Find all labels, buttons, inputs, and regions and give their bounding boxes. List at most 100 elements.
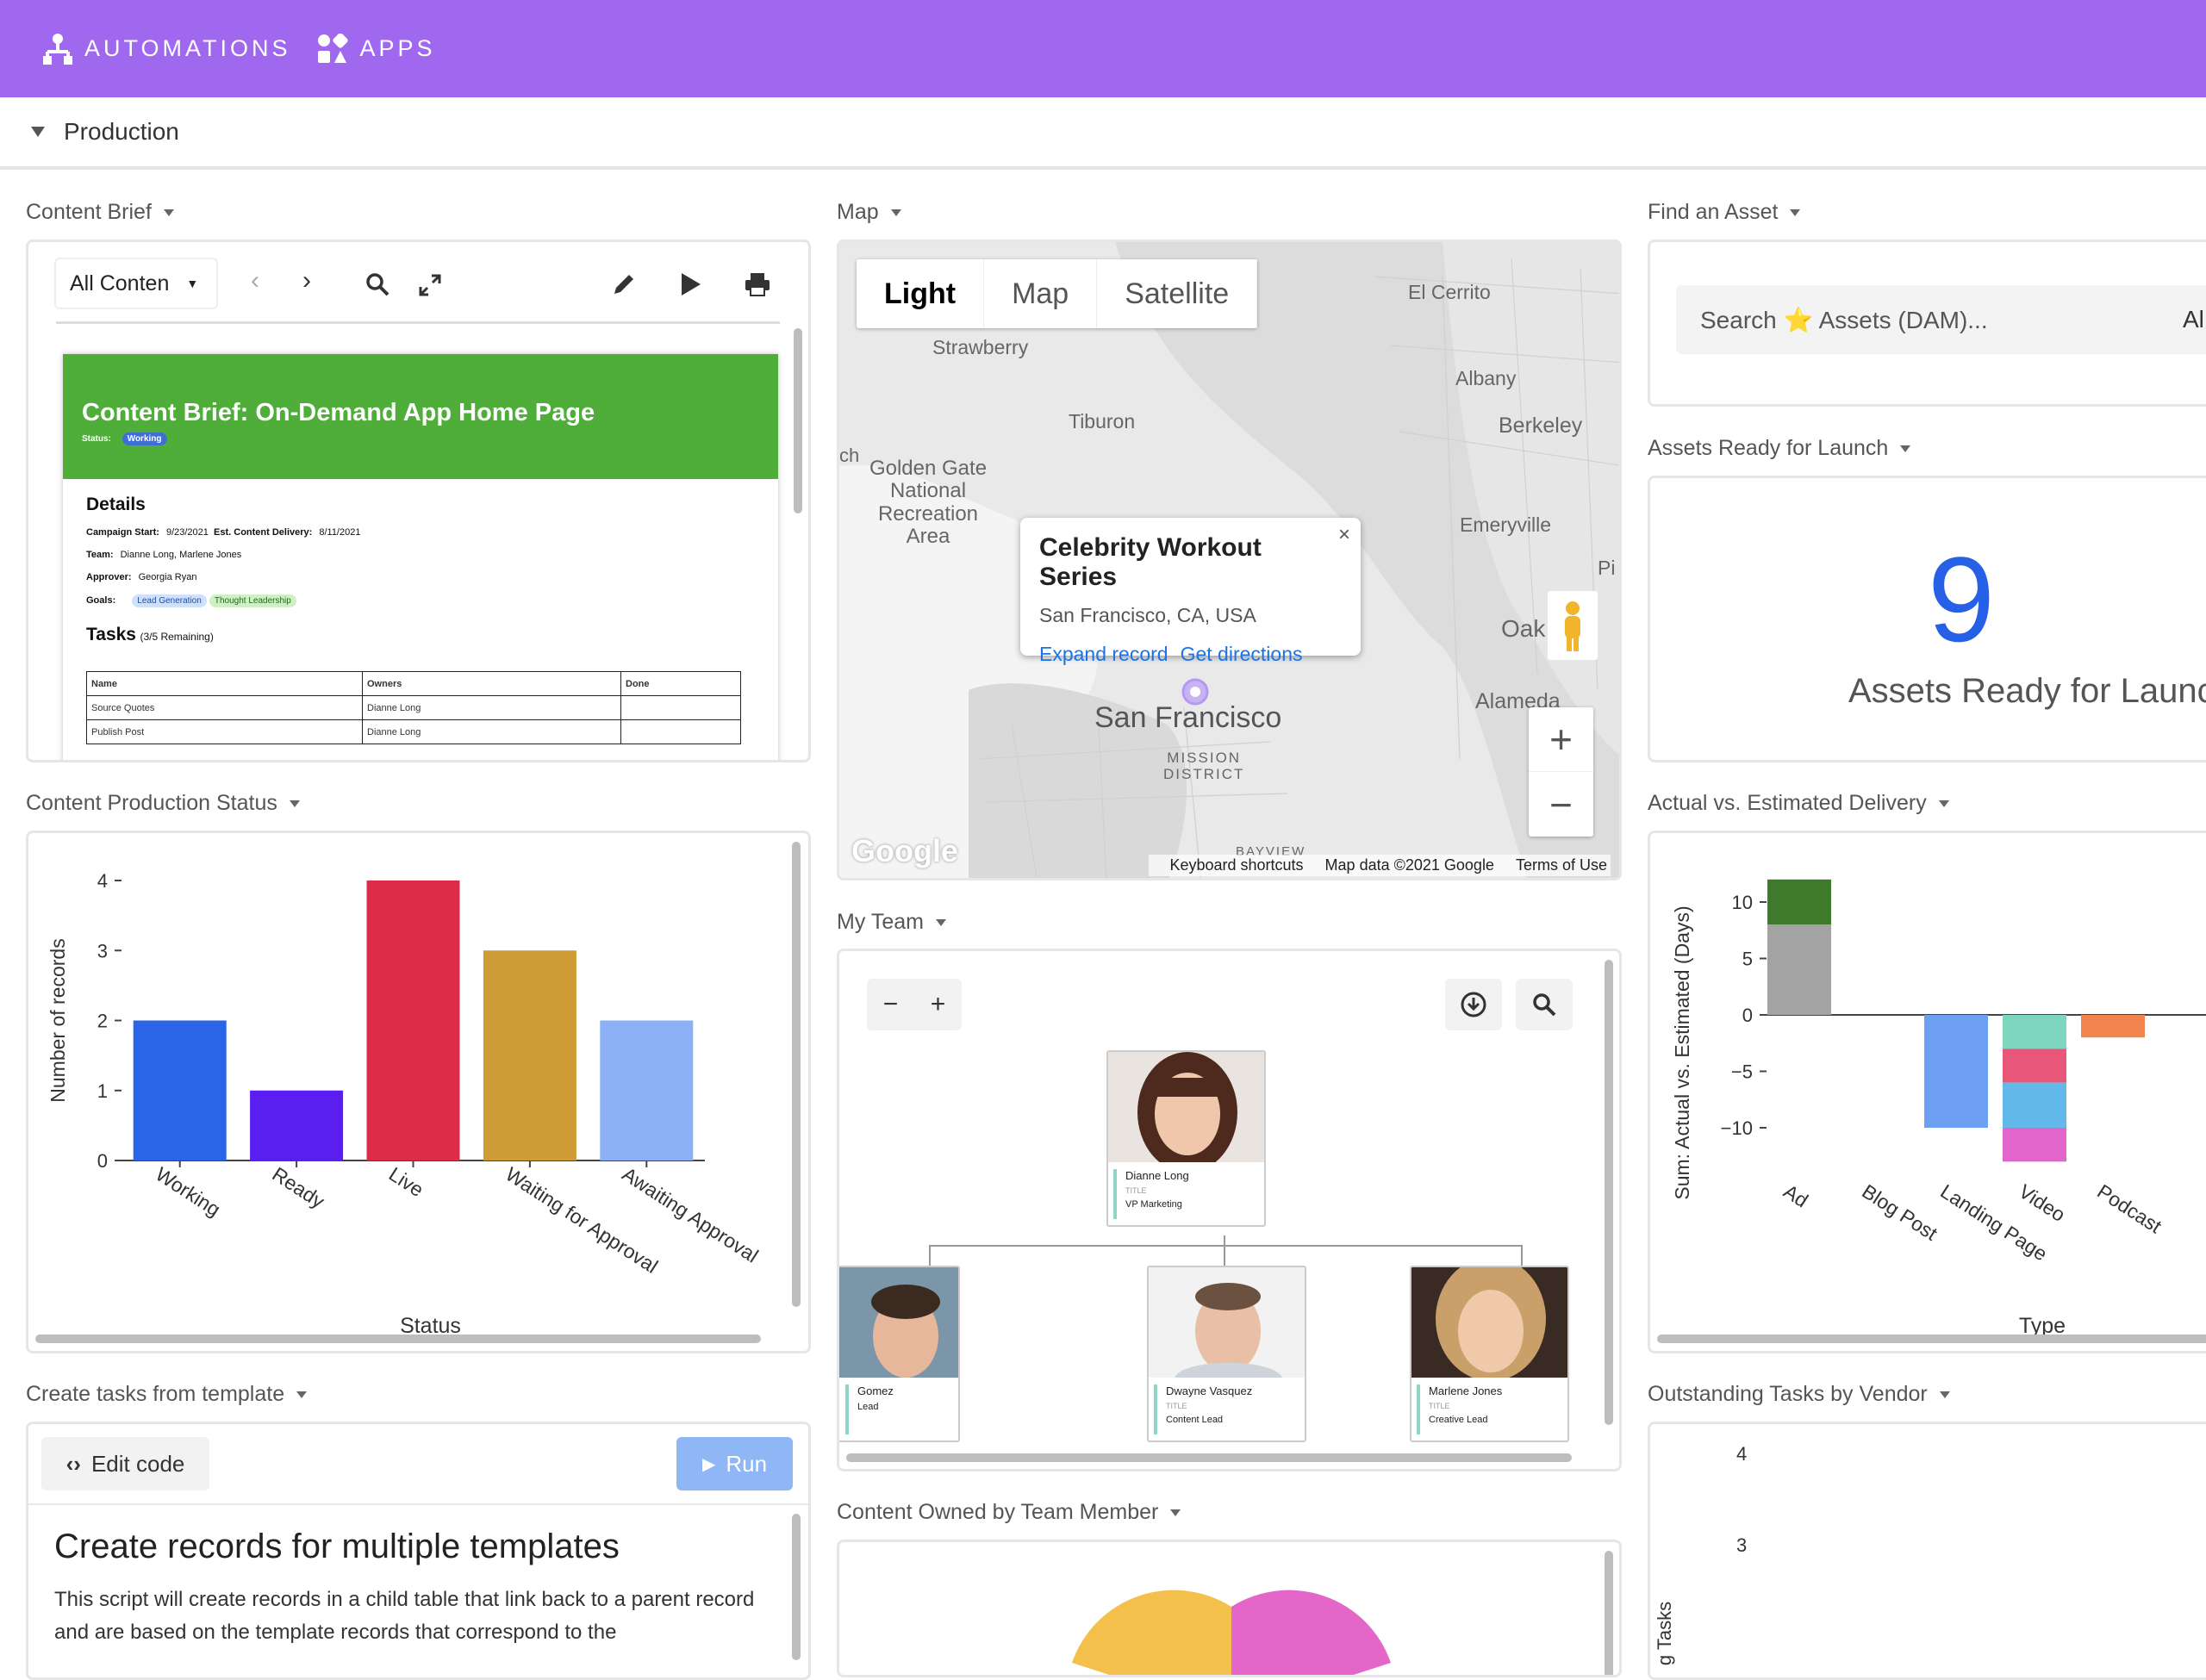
get-directions-link[interactable]: Get directions bbox=[1181, 643, 1303, 665]
x-tick-label: Blog Post bbox=[1858, 1179, 1941, 1245]
keyboard-shortcuts-link[interactable]: Keyboard shortcuts bbox=[1169, 856, 1303, 874]
automations-nav[interactable]: AUTOMATIONS bbox=[43, 33, 291, 65]
dropdown-caret-icon[interactable] bbox=[1790, 208, 1801, 216]
print-icon[interactable] bbox=[744, 271, 771, 297]
zoom-out-icon[interactable]: − bbox=[883, 990, 899, 1019]
bar-waiting-for-approval bbox=[483, 950, 576, 1160]
apps-label: APPS bbox=[359, 35, 436, 61]
team-member-card[interactable]: Dwayne Vasquez TITLE Content Lead bbox=[1147, 1266, 1306, 1442]
delivery-title-text: Actual vs. Estimated Delivery bbox=[1648, 791, 1927, 815]
map-type-satellite[interactable]: Satellite bbox=[1097, 259, 1258, 328]
content-brief-title[interactable]: Content Brief bbox=[26, 200, 174, 225]
expand-icon[interactable] bbox=[418, 273, 442, 297]
dropdown-caret-icon[interactable] bbox=[935, 918, 946, 926]
search-button[interactable] bbox=[1516, 979, 1573, 1030]
table-cell bbox=[620, 719, 741, 744]
terms-of-use-link[interactable]: Terms of Use bbox=[1516, 856, 1607, 874]
street-view-pegman-icon[interactable] bbox=[1548, 591, 1598, 660]
production-status-title[interactable]: Content Production Status bbox=[26, 791, 300, 816]
map-marker-icon[interactable] bbox=[1181, 677, 1210, 706]
find-asset-title[interactable]: Find an Asset bbox=[1648, 200, 1801, 225]
dropdown-caret-icon[interactable] bbox=[296, 1391, 308, 1398]
map-title[interactable]: Map bbox=[837, 200, 901, 225]
dropdown-caret-icon[interactable] bbox=[1938, 800, 1949, 807]
avatar bbox=[1149, 1267, 1305, 1378]
dropdown-caret-icon[interactable] bbox=[890, 208, 901, 216]
run-button[interactable]: ▶ Run bbox=[676, 1437, 793, 1490]
find-asset-title-text: Find an Asset bbox=[1648, 200, 1779, 224]
status-badge: Working bbox=[122, 432, 167, 445]
section-header[interactable]: Production bbox=[0, 97, 2206, 170]
dropdown-caret-icon[interactable] bbox=[1900, 445, 1911, 452]
content-owned-panel bbox=[837, 1540, 1622, 1677]
close-icon[interactable]: × bbox=[1338, 523, 1350, 547]
play-icon: ▶ bbox=[701, 1454, 716, 1474]
outstanding-title[interactable]: Outstanding Tasks by Vendor bbox=[1648, 1382, 1950, 1407]
edit-code-button[interactable]: ‹› Edit code bbox=[41, 1437, 209, 1490]
table-cell: Dianne Long bbox=[362, 719, 621, 744]
map-type-light[interactable]: Light bbox=[857, 259, 985, 328]
table-cell: Publish Post bbox=[86, 719, 363, 744]
create-tasks-title[interactable]: Create tasks from template bbox=[26, 1382, 308, 1407]
zoom-out-icon[interactable]: − bbox=[1529, 772, 1593, 837]
map-type-map[interactable]: Map bbox=[984, 259, 1098, 328]
team-member-card[interactable]: Marlene Jones TITLE Creative Lead bbox=[1410, 1266, 1569, 1442]
vertical-scrollbar[interactable] bbox=[794, 328, 802, 513]
vertical-scrollbar[interactable] bbox=[1605, 1551, 1613, 1675]
collapse-caret-icon[interactable] bbox=[31, 127, 45, 137]
map-title-text: Map bbox=[837, 200, 879, 224]
toolbar-divider bbox=[56, 321, 780, 324]
assets-ready-title[interactable]: Assets Ready for Launch bbox=[1648, 436, 1911, 461]
table-cell bbox=[620, 695, 741, 720]
map-panel[interactable]: Light Map Satellite El Cerrito Strawberr… bbox=[837, 240, 1622, 880]
bar-live bbox=[366, 880, 460, 1160]
est-delivery-value: 8/11/2021 bbox=[319, 527, 361, 538]
y-axis-label: Number of records bbox=[47, 938, 69, 1102]
top-bar: AUTOMATIONS APPS bbox=[0, 0, 2206, 97]
search-icon[interactable] bbox=[365, 271, 390, 297]
vertical-scrollbar[interactable] bbox=[792, 1514, 801, 1660]
bar-segment bbox=[1924, 1015, 1988, 1128]
vertical-scrollbar[interactable] bbox=[1605, 960, 1613, 1425]
apps-nav[interactable]: APPS bbox=[317, 33, 436, 65]
content-brief-document: Content Brief: On-Demand App Home Page S… bbox=[63, 354, 778, 760]
zoom-in-icon[interactable]: + bbox=[931, 990, 946, 1019]
next-icon[interactable]: › bbox=[302, 266, 311, 296]
create-tasks-panel: ‹› Edit code ▶ Run Create records for mult… bbox=[26, 1422, 811, 1680]
dropdown-caret-icon[interactable] bbox=[289, 800, 300, 807]
edit-icon[interactable] bbox=[611, 271, 637, 297]
member-role: Lead bbox=[857, 1402, 879, 1412]
popup-title: Celebrity Workout Series bbox=[1039, 533, 1262, 591]
play-icon[interactable] bbox=[680, 271, 702, 297]
view-select[interactable]: All Conten ▼ bbox=[54, 258, 218, 309]
map-type-control[interactable]: Light Map Satellite bbox=[857, 259, 1258, 328]
dropdown-caret-icon[interactable] bbox=[1939, 1391, 1950, 1398]
pie-slice bbox=[1072, 1590, 1231, 1675]
approver-row: Approver: Georgia Ryan bbox=[86, 572, 755, 582]
run-label: Run bbox=[726, 1450, 768, 1477]
expand-record-link[interactable]: Expand record bbox=[1039, 643, 1168, 665]
team-member-card[interactable]: Gomez Lead bbox=[839, 1266, 960, 1442]
dropdown-caret-icon[interactable] bbox=[1170, 1509, 1181, 1516]
horizontal-scrollbar[interactable] bbox=[1657, 1335, 2206, 1343]
content-owned-title[interactable]: Content Owned by Team Member bbox=[837, 1500, 1181, 1525]
download-button[interactable] bbox=[1445, 979, 1502, 1030]
popup-subtitle: San Francisco, CA, USA bbox=[1039, 604, 1256, 626]
vertical-scrollbar[interactable] bbox=[792, 842, 801, 1307]
horizontal-scrollbar[interactable] bbox=[846, 1453, 1572, 1462]
zoom-in-icon[interactable]: + bbox=[1529, 707, 1593, 772]
dropdown-caret-icon[interactable] bbox=[163, 208, 174, 216]
prev-icon[interactable]: ‹ bbox=[251, 266, 259, 296]
bar-working bbox=[133, 1020, 227, 1160]
team-member-card[interactable]: Dianne Long TITLE VP Marketing bbox=[1106, 1050, 1266, 1227]
horizontal-scrollbar[interactable] bbox=[35, 1335, 761, 1343]
my-team-title[interactable]: My Team bbox=[837, 910, 946, 935]
delivery-title[interactable]: Actual vs. Estimated Delivery bbox=[1648, 791, 1949, 816]
x-tick-label: Ready bbox=[268, 1162, 328, 1212]
brief-header: Content Brief: On-Demand App Home Page S… bbox=[63, 354, 778, 479]
member-name: Dwayne Vasquez bbox=[1166, 1384, 1253, 1397]
y-axis-label: Sum: Actual vs. Estimated (Days) bbox=[1671, 905, 1693, 1199]
bar-segment bbox=[2003, 1082, 2066, 1128]
asset-search-input[interactable]: Search ⭐ Assets (DAM)... Al bbox=[1676, 285, 2206, 354]
map-label: Pi bbox=[1598, 557, 1616, 579]
